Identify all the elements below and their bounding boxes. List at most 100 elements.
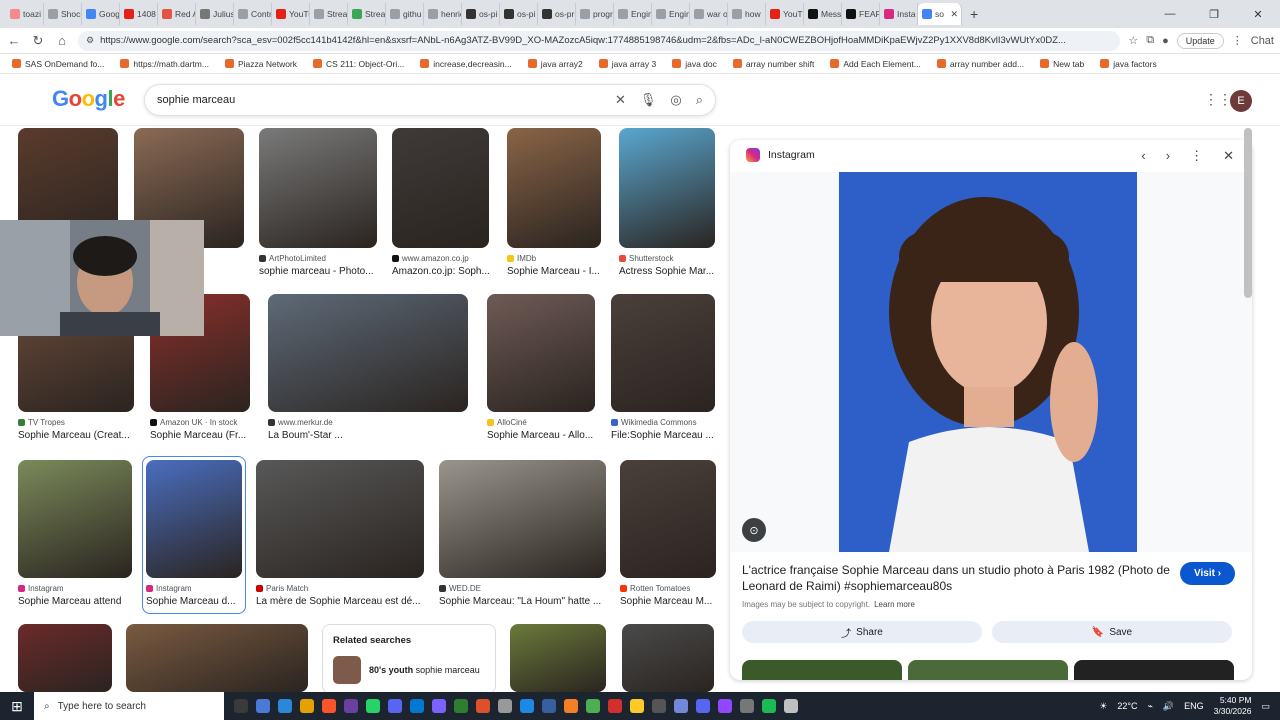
new-tab-icon[interactable]: + (970, 6, 988, 22)
visual-search-icon[interactable]: ⊙ (742, 518, 766, 542)
tab[interactable]: Red A (158, 3, 196, 25)
related-item[interactable]: 80's youth sophie marceau (333, 656, 485, 684)
panel-site[interactable]: Instagram (768, 149, 815, 161)
search-input[interactable]: sophie marceau (157, 94, 601, 106)
google-logo[interactable]: Google (52, 86, 125, 112)
pinned-app-icon[interactable] (784, 699, 798, 713)
close-icon[interactable]: ✕ (1223, 148, 1234, 164)
restore-icon[interactable]: ❐ (1192, 8, 1236, 21)
tab[interactable]: githu (386, 3, 424, 25)
panel-title[interactable]: L'actrice française Sophie Marceau dans … (742, 562, 1172, 594)
result-thumbnail[interactable] (256, 460, 424, 578)
update-button[interactable]: Update (1176, 32, 1224, 49)
pinned-app-icon[interactable] (652, 699, 666, 713)
close-window-icon[interactable]: ✕ (1236, 8, 1280, 21)
pinned-app-icon[interactable] (674, 699, 688, 713)
network-icon[interactable]: ⌁ (1148, 701, 1153, 712)
preview-image[interactable] (839, 172, 1137, 552)
pinned-app-icon[interactable] (520, 699, 534, 713)
bookmark-item[interactable]: CS 211: Object-Ori... (307, 59, 410, 69)
result-thumbnail[interactable] (611, 294, 715, 412)
tab[interactable]: FEAR (842, 3, 880, 25)
pinned-app-icon[interactable] (564, 699, 578, 713)
result-caption[interactable]: Rotten Tomatoes Sophie Marceau M... (620, 584, 722, 607)
tab[interactable]: war o (690, 3, 728, 25)
bookmark-item[interactable]: array number shift (727, 59, 821, 69)
tab[interactable]: Shock (44, 3, 82, 25)
related-image[interactable] (908, 660, 1068, 680)
pinned-app-icon[interactable] (322, 699, 336, 713)
tab[interactable]: Strea (310, 3, 348, 25)
visit-button[interactable]: Visit › (1180, 562, 1236, 585)
weather-temp[interactable]: 22°C (1117, 701, 1137, 711)
pinned-app-icon[interactable] (256, 699, 270, 713)
pinned-app-icon[interactable] (762, 699, 776, 713)
extensions-icon[interactable]: ⧉ (1146, 34, 1154, 47)
tab[interactable]: Julius (196, 3, 234, 25)
pinned-app-icon[interactable] (366, 699, 380, 713)
related-image[interactable] (1074, 660, 1234, 680)
tab[interactable]: os-pi (500, 3, 538, 25)
pinned-app-icon[interactable] (608, 699, 622, 713)
bookmark-star-icon[interactable]: ☆ (1128, 34, 1138, 47)
bookmark-item[interactable]: array number add... (931, 59, 1030, 69)
tab[interactable]: progr (576, 3, 614, 25)
pinned-app-icon[interactable] (410, 699, 424, 713)
avatar[interactable]: E (1230, 90, 1252, 112)
pinned-app-icon[interactable] (344, 699, 358, 713)
url-field[interactable]: ⚙ https://www.google.com/search?sca_esv=… (78, 30, 1121, 51)
tab[interactable]: Messi (804, 3, 842, 25)
prev-icon[interactable]: ‹ (1141, 148, 1145, 164)
site-info-icon[interactable]: ⚙ (86, 35, 94, 46)
menu-dots-icon[interactable]: ⋮ (1232, 34, 1243, 47)
language[interactable]: ENG (1184, 701, 1204, 711)
weather-icon[interactable]: ☀ (1099, 701, 1107, 712)
result-thumbnail[interactable] (268, 294, 468, 412)
pinned-app-icon[interactable] (718, 699, 732, 713)
related-image[interactable] (742, 660, 902, 680)
result-thumbnail[interactable] (507, 128, 601, 248)
clock[interactable]: 5:40 PM 3/30/2026 (1214, 695, 1252, 717)
next-icon[interactable]: › (1166, 148, 1170, 164)
pinned-app-icon[interactable] (586, 699, 600, 713)
bookmark-item[interactable]: java factors (1094, 59, 1162, 69)
result-caption[interactable]: Amazon UK · In stock Sophie Marceau (Fr..… (150, 418, 256, 441)
result-caption[interactable]: AlloCiné Sophie Marceau - Allo... (487, 418, 601, 441)
bookmark-item[interactable]: Add Each Element... (824, 59, 927, 69)
reload-icon[interactable]: ↻ (30, 33, 46, 49)
more-icon[interactable]: ⋮ (1190, 148, 1203, 164)
tab[interactable]: so ✕ (918, 3, 962, 25)
result-thumbnail[interactable] (487, 294, 595, 412)
pinned-app-icon[interactable] (740, 699, 754, 713)
bookmark-item[interactable]: SAS OnDemand fo... (6, 59, 110, 69)
notifications-icon[interactable]: ▭ (1261, 701, 1270, 712)
share-button[interactable]: ⤴ Share (742, 621, 982, 643)
result-caption[interactable]: Wikimedia Commons File:Sophie Marceau ... (611, 418, 721, 441)
result-thumbnail[interactable] (439, 460, 606, 578)
pinned-app-icon[interactable] (454, 699, 468, 713)
result-caption[interactable]: Paris Match La mère de Sophie Marceau est… (256, 584, 430, 607)
bookmark-item[interactable]: java array 3 (593, 59, 662, 69)
tab[interactable]: henric (424, 3, 462, 25)
profile-icon[interactable]: ● (1162, 35, 1169, 47)
pinned-app-icon[interactable] (432, 699, 446, 713)
search-box[interactable]: sophie marceau ✕ 🎙 ◎ ⌕ (144, 84, 716, 116)
tab[interactable]: Insta (880, 3, 918, 25)
page-scrollbar[interactable] (1244, 128, 1252, 298)
pinned-app-icon[interactable] (388, 699, 402, 713)
result-thumbnail[interactable] (18, 460, 132, 578)
result-caption[interactable]: IMDb Sophie Marceau - I... (507, 254, 607, 277)
tab[interactable]: os-pr (538, 3, 576, 25)
home-icon[interactable]: ⌂ (54, 33, 70, 48)
save-button[interactable]: 🔖 Save (992, 621, 1232, 643)
result-thumbnail[interactable] (510, 624, 606, 692)
bookmark-item[interactable]: increase,decreasin... (414, 59, 517, 69)
result-caption[interactable]: ArtPhotoLimited sophie marceau - Photo... (259, 254, 383, 277)
tab[interactable]: toazi (6, 3, 44, 25)
tab[interactable]: Engin (652, 3, 690, 25)
pinned-app-icon[interactable] (476, 699, 490, 713)
bookmark-item[interactable]: New tab (1034, 59, 1090, 69)
tab-close-icon[interactable]: ✕ (950, 9, 961, 20)
result-thumbnail[interactable] (622, 624, 714, 692)
learn-more-link[interactable]: Learn more (874, 600, 915, 609)
